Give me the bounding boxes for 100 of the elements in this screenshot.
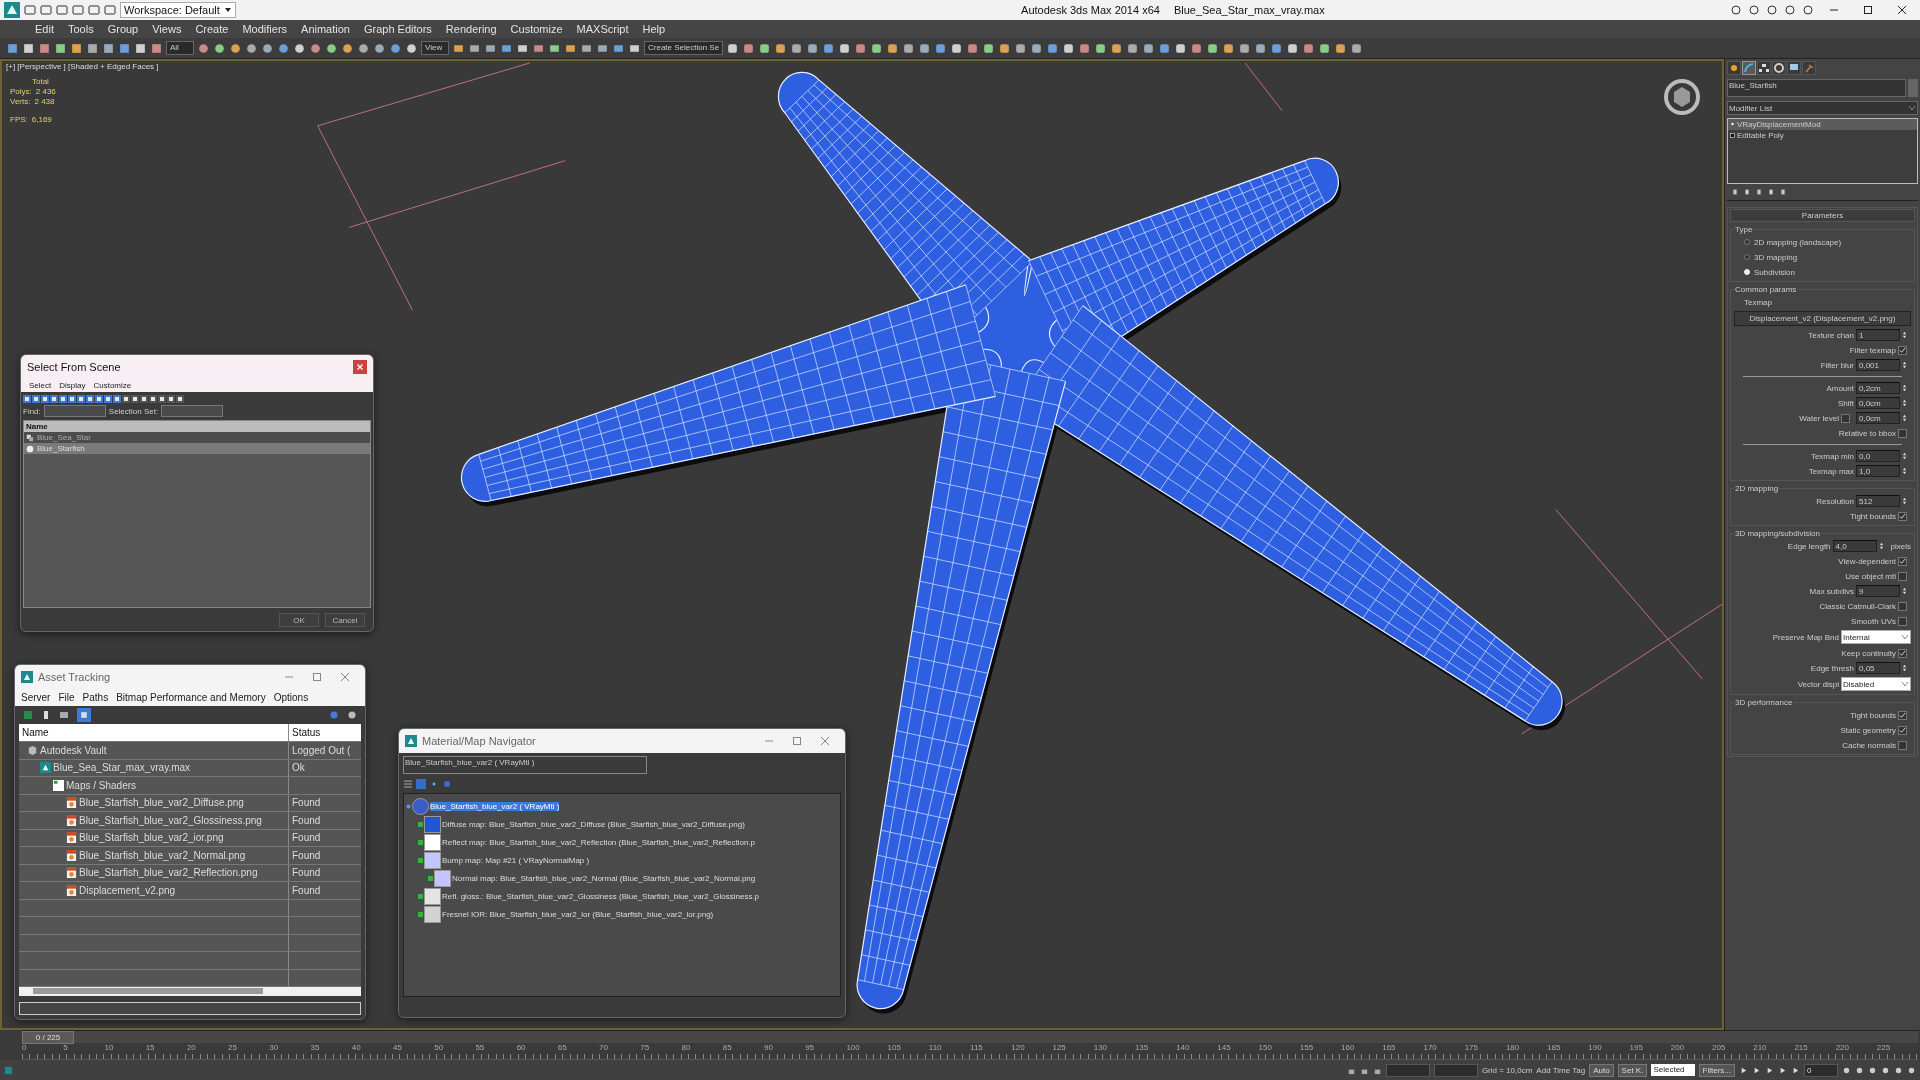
timeline-ruler[interactable]: 0 5 10 15 20 25 30 35 40 45 50 55 60 65 70 75 80 85 90 95 100 105 110 115 120 125 130 135 140 145 150 155 160 165 170 175 180 185 190 195 200 205 210 215 220 225	[22, 1043, 1918, 1060]
checkbox[interactable]	[1841, 413, 1850, 423]
spinner-arrows-icon[interactable]	[1902, 587, 1907, 595]
asset-name[interactable]: Displacement_v2.png	[79, 884, 176, 896]
asset-name[interactable]: Blue_Starfish_blue_var2_Diffuse.png	[79, 797, 244, 809]
tool-icon[interactable]	[742, 41, 756, 55]
coordinate-field[interactable]	[1385, 1063, 1430, 1077]
tool-icon[interactable]	[1078, 41, 1092, 55]
tool-icon[interactable]	[1270, 41, 1284, 55]
tool-icon[interactable]	[1254, 41, 1268, 55]
tool-icon[interactable]	[1318, 41, 1332, 55]
spinner-field[interactable]: 512	[1856, 495, 1900, 507]
menu-item[interactable]: Graph Editors	[356, 23, 439, 35]
workspace-dropdown[interactable]: Workspace: Default	[120, 2, 236, 18]
menu-item[interactable]: MAXScript	[569, 23, 636, 35]
tool-icon[interactable]	[1014, 41, 1028, 55]
set-key-button[interactable]: Set K.	[1617, 1063, 1648, 1077]
tool-icon[interactable]	[1286, 41, 1300, 55]
object-color-swatch[interactable]	[1908, 79, 1918, 97]
spinner-arrows-icon[interactable]	[1902, 399, 1907, 407]
filter-icon[interactable]	[41, 395, 49, 403]
tool-icon[interactable]	[918, 41, 932, 55]
menu-item[interactable]: Create	[188, 23, 236, 35]
filter-icon[interactable]	[113, 395, 121, 403]
spinner-arrows-icon[interactable]	[1902, 664, 1907, 672]
tool-icon[interactable]	[293, 41, 306, 55]
scrollbar-thumb[interactable]	[33, 988, 263, 995]
tool-icon[interactable]	[950, 41, 964, 55]
spinner-field[interactable]: 0,0cm	[1856, 397, 1900, 409]
tool-icon[interactable]	[229, 41, 242, 55]
time-slider[interactable]: 0 / 225	[22, 1031, 74, 1044]
asset-name[interactable]: Autodesk Vault	[40, 744, 107, 756]
spinner-field[interactable]: 0,001	[1856, 359, 1900, 371]
quick-access-icon[interactable]	[24, 4, 36, 16]
object-name-field[interactable]: Blue_Starfish	[1727, 79, 1906, 97]
menu-item[interactable]: Bitmap Performance and Memory	[116, 692, 266, 703]
tool-icon[interactable]	[150, 41, 163, 55]
panel-tab[interactable]	[1787, 61, 1801, 75]
menu-item[interactable]: Group	[100, 23, 146, 35]
texmap-button[interactable]: Displacement_v2 (Displacement_v2.png)	[1734, 311, 1911, 326]
checkbox[interactable]	[1898, 601, 1907, 611]
tool-icon[interactable]	[22, 41, 35, 55]
current-frame-field[interactable]: 0	[1804, 1063, 1838, 1077]
reference-coordinate-dropdown[interactable]: View	[421, 41, 449, 55]
checkbox[interactable]	[1898, 571, 1907, 581]
spinner-field[interactable]: 0,0cm	[1856, 412, 1900, 424]
spinner-field[interactable]: 1,0	[1856, 465, 1900, 477]
spinner-arrows-icon[interactable]	[1902, 384, 1907, 392]
spinner-field[interactable]: 0,2cm	[1856, 382, 1900, 394]
tool-icon[interactable]	[102, 41, 115, 55]
tool-icon[interactable]	[1126, 41, 1140, 55]
stack-item[interactable]: VRayDisplacementMod	[1728, 119, 1917, 130]
spinner-field[interactable]: 1	[1856, 329, 1900, 341]
tool-icon[interactable]	[357, 41, 370, 55]
tool-icon[interactable]	[1110, 41, 1124, 55]
tool-icon[interactable]	[86, 41, 99, 55]
dialog-button[interactable]: OK	[279, 613, 319, 627]
checkbox[interactable]	[1898, 740, 1907, 750]
asset-name[interactable]: Blue_Sea_Star_max_vray.max	[53, 762, 191, 774]
filter-icon[interactable]	[131, 395, 139, 403]
tool-icon[interactable]	[118, 41, 131, 55]
map-entry[interactable]: Diffuse map: Blue_Starfish_blue_var2_Diffuse (Blue_Starfish_blue_var2_Diffuse.png)	[442, 819, 745, 829]
tool-icon[interactable]	[790, 41, 804, 55]
dropdown[interactable]: Internal	[1841, 630, 1911, 644]
asset-name[interactable]: Blue_Starfish_blue_var2_Reflection.png	[79, 867, 258, 879]
modifier-list-dropdown[interactable]: Modifier List	[1727, 101, 1918, 115]
tool-icon[interactable]	[197, 41, 210, 55]
spinner-arrows-icon[interactable]	[1902, 331, 1907, 339]
tool-icon[interactable]	[966, 41, 980, 55]
filter-icon[interactable]	[176, 395, 184, 403]
checkbox[interactable]	[1898, 345, 1907, 355]
asset-name[interactable]: Blue_Starfish_blue_var2_Normal.png	[79, 849, 246, 861]
column-header[interactable]: Name	[19, 724, 289, 741]
spinner-arrows-icon[interactable]	[1902, 452, 1907, 460]
viewport-label[interactable]: [+] [Perspective ] [Shaded + Edged Faces ]	[6, 62, 159, 71]
spinner-arrows-icon[interactable]	[1902, 467, 1907, 475]
filter-icon[interactable]	[95, 395, 103, 403]
filter-icon[interactable]	[77, 395, 85, 403]
list-icon[interactable]	[59, 710, 69, 720]
menu-item[interactable]: Tools	[60, 23, 101, 35]
menu-item[interactable]: Edit	[28, 23, 61, 35]
spinner-arrows-icon[interactable]	[1902, 361, 1907, 369]
menu-item[interactable]: Rendering	[438, 23, 504, 35]
filter-icon[interactable]	[32, 395, 40, 403]
menu-item[interactable]: Views	[145, 23, 189, 35]
find-field[interactable]	[43, 405, 106, 417]
menu-item[interactable]: Server	[21, 692, 51, 703]
asset-name[interactable]: Maps / Shaders	[66, 779, 137, 791]
close-icon[interactable]	[1896, 4, 1908, 16]
tool-icon[interactable]	[854, 41, 868, 55]
table-view-icon[interactable]	[77, 708, 91, 722]
spinner-field[interactable]: 0,0	[1856, 450, 1900, 462]
menu-item[interactable]: Customize	[503, 23, 570, 35]
tool-icon[interactable]	[1350, 41, 1364, 55]
stack-item[interactable]: Editable Poly	[1728, 130, 1917, 141]
map-entry[interactable]: Blue_Starfish_blue_var2 ( VRayMtl )	[430, 801, 560, 811]
dropdown[interactable]: Disabled	[1841, 677, 1911, 691]
filter-icon[interactable]	[23, 395, 31, 403]
tool-icon[interactable]	[1030, 41, 1044, 55]
spinner-field[interactable]: 0,05	[1856, 662, 1900, 674]
